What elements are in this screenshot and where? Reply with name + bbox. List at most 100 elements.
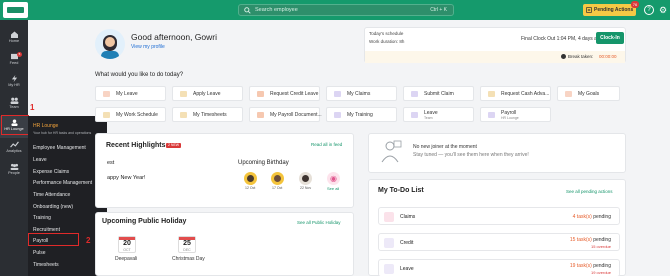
overdue-count: 15 overdue <box>590 244 611 249</box>
quick-action-label: Request Credit Leave <box>270 91 319 97</box>
schedule-heading: Today's schedule <box>369 31 404 36</box>
quick-action-label: My Goals <box>578 91 600 97</box>
quick-action-label: My Claims <box>347 91 371 97</box>
quick-action-my-training[interactable]: My Training <box>326 107 397 122</box>
payroll-icon <box>488 112 495 118</box>
sidebar-item-my-hr[interactable]: My HR <box>0 72 28 94</box>
menu-item-time-attendance[interactable]: Time Attendance <box>33 192 70 198</box>
search-input[interactable]: Search employee Ctrl + K <box>238 4 454 16</box>
settings-icon[interactable]: ⚙ <box>658 5 668 15</box>
quick-action-my-leave[interactable]: My Leave <box>95 86 166 101</box>
clock-in-button[interactable]: Clock-In <box>596 32 624 44</box>
menu-item-expense-claims[interactable]: Expense Claims <box>33 169 69 175</box>
quick-action-my-goals[interactable]: My Goals <box>557 86 620 101</box>
sidebar-item-label: Feed <box>9 61 19 65</box>
clock-icon <box>180 112 187 118</box>
overdue-count: 19 overdue <box>590 270 611 275</box>
birthday-title: Upcoming Birthday <box>238 160 289 166</box>
search-icon <box>244 7 251 14</box>
quick-action-label: Request Cash Adva... <box>501 91 550 97</box>
see-all-birthdays-icon[interactable]: ◉ <box>327 172 340 185</box>
help-icon[interactable]: ? <box>644 5 654 15</box>
quick-action-label: My Leave <box>116 91 138 97</box>
menu-item-onboarding[interactable]: Onboarding (new) <box>33 204 73 210</box>
menu-subtitle: Your hub for HR tasks and operations <box>33 131 92 135</box>
menu-item-leave[interactable]: Leave <box>33 157 47 163</box>
no-joiner-subtext: Stay tuned — you'll see them here when t… <box>413 152 529 158</box>
holiday-month: OCT <box>123 248 131 252</box>
avatar[interactable] <box>244 172 257 185</box>
quick-action-my-claims[interactable]: My Claims <box>326 86 397 101</box>
no-joiner-text: No new joiner at the moment <box>413 144 477 150</box>
todo-item-credit[interactable]: Credit 15 task(s) pending 15 overdue <box>378 233 620 251</box>
annotation-number-1: 1 <box>30 103 35 112</box>
todo-item-claims[interactable]: Claims 4 task(s) pending <box>378 207 620 225</box>
menu-item-timesheets[interactable]: Timesheets <box>33 262 59 268</box>
highlight-column-header: est <box>107 160 115 166</box>
task-count: 4 task(s) <box>572 214 592 220</box>
hourglass-icon <box>180 91 187 97</box>
read-all-link[interactable]: Read all in feed <box>311 142 342 147</box>
pending-actions-button[interactable]: Pending Actions 76 <box>583 1 639 16</box>
quick-action-my-timesheets[interactable]: My Timesheets <box>172 107 243 122</box>
holiday-month: DEC <box>183 248 191 252</box>
new-tag: 2 NEW <box>166 143 182 148</box>
break-label: Break taken: <box>568 54 594 59</box>
see-all-birthdays-link[interactable]: See all <box>327 186 339 191</box>
sidebar-item-feed[interactable]: 5 Feed <box>0 50 28 72</box>
calendar-icon <box>103 91 110 97</box>
task-status: pending <box>593 263 611 269</box>
sidebar-item-label: Analytics <box>6 149 22 153</box>
quick-action-my-payroll-documents[interactable]: My Payroll Document... <box>249 107 322 122</box>
todo-item-leave[interactable]: Leave 19 task(s) pending 19 overdue <box>378 259 620 276</box>
highlight-post-text: appy New Year! <box>107 175 146 181</box>
see-all-holidays-link[interactable]: See all Public Holiday <box>297 220 341 225</box>
holiday-name: Deepavali <box>115 256 138 262</box>
quick-action-request-credit-leave[interactable]: Request Credit Leave <box>249 86 320 101</box>
menu-item-pulse[interactable]: Pulse <box>33 250 46 256</box>
pending-count-badge: 76 <box>631 1 639 8</box>
quick-action-label: My Timesheets <box>193 112 227 118</box>
menu-item-employee-management[interactable]: Employee Management <box>33 145 86 151</box>
todo-title: My To-Do List <box>378 187 424 194</box>
holiday-day: 25 <box>183 240 191 247</box>
avatar[interactable] <box>271 172 284 185</box>
quick-action-request-cash-advance[interactable]: Request Cash Adva... <box>480 86 551 101</box>
quick-action-leave-team[interactable]: Leave Team <box>403 107 474 122</box>
sidebar-item-home[interactable]: Home <box>0 28 28 50</box>
see-all-pending-link[interactable]: See all pending actions <box>566 189 613 194</box>
view-profile-link[interactable]: View my profile <box>131 44 165 50</box>
sidebar: Home 5 Feed My HR Team HR Lounge Analyti… <box>0 20 28 276</box>
birthday-date: 12 Oct <box>245 186 256 190</box>
sidebar-item-people[interactable]: People <box>0 160 28 182</box>
claims-icon <box>384 212 394 222</box>
birthday-date: 22 Nov <box>300 186 312 190</box>
company-logo[interactable] <box>3 2 28 18</box>
sidebar-item-label: My HR <box>8 83 20 87</box>
sidebar-item-label: Home <box>8 39 20 43</box>
credit-icon <box>384 238 394 248</box>
todo-item-label: Leave <box>400 266 414 272</box>
holiday-date-tile: 25 DEC <box>178 236 196 253</box>
quick-action-payroll-hr-lounge[interactable]: Payroll HR Lounge <box>480 107 551 122</box>
people-icon <box>10 163 18 170</box>
search-shortcut: Ctrl + K <box>430 7 447 13</box>
menu-item-training[interactable]: Training <box>33 215 51 221</box>
menu-item-performance-management[interactable]: Performance Management <box>33 180 92 186</box>
holiday-title: Upcoming Public Holiday <box>102 218 187 225</box>
quick-action-submit-claim[interactable]: Submit Claim <box>403 86 474 101</box>
quick-action-apply-leave[interactable]: Apply Leave <box>172 86 243 101</box>
quick-actions-heading: What would you like to do today? <box>95 72 184 78</box>
avatar[interactable] <box>299 172 312 185</box>
calendar-icon <box>411 112 418 118</box>
quick-action-label: My Work Schedule <box>116 112 158 118</box>
sidebar-item-team[interactable]: Team <box>0 94 28 116</box>
quick-action-my-work-schedule[interactable]: My Work Schedule <box>95 107 166 122</box>
break-value: 00:00:00 <box>599 54 617 59</box>
team-icon <box>10 97 18 104</box>
sidebar-item-analytics[interactable]: Analytics <box>0 138 28 160</box>
highlight-box-hr-lounge <box>1 115 29 135</box>
new-joiner-illustration-icon <box>381 140 402 163</box>
break-bar: Break taken: 00:00:00 <box>365 51 625 63</box>
search-placeholder: Search employee <box>255 7 298 13</box>
